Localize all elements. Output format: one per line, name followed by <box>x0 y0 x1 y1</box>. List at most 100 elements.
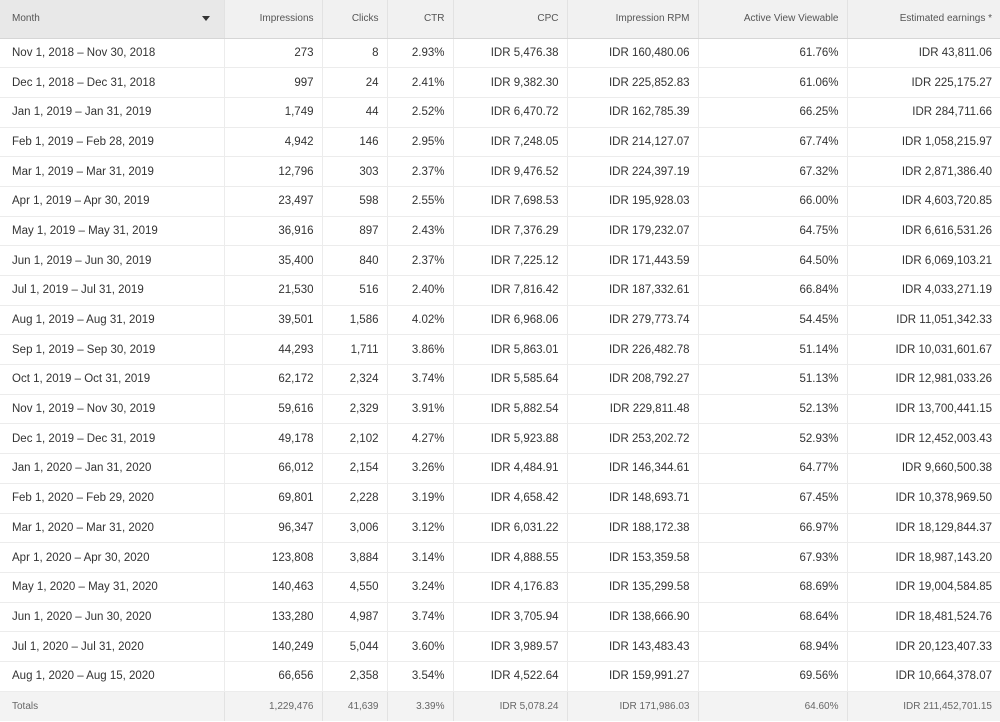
impression-rpm-cell: IDR 225,852.83 <box>567 67 699 98</box>
month-cell: Sep 1, 2019 – Sep 30, 2019 <box>0 334 225 366</box>
impression-rpm-cell: IDR 188,172.38 <box>567 513 699 544</box>
clicks-cell: 4,550 <box>322 572 388 603</box>
cpc-cell: IDR 6,031.22 <box>453 513 568 544</box>
clicks-cell: 24 <box>322 67 388 98</box>
clicks-cell: 2,102 <box>322 423 388 455</box>
ctr-cell: 3.14% <box>387 542 454 573</box>
impression-rpm-cell: IDR 195,928.03 <box>567 186 699 217</box>
clicks-cell: 516 <box>322 275 388 306</box>
month-cell: Oct 1, 2019 – Oct 31, 2019 <box>0 364 225 395</box>
column-header-estimated-earnings[interactable]: Estimated earnings * <box>847 0 1000 39</box>
earnings-report-table: Month Impressions Clicks CTR CPC Impress… <box>0 0 1000 722</box>
cpc-cell: IDR 4,484.91 <box>453 453 568 484</box>
table-row[interactable]: Jan 1, 2019 – Jan 31, 2019 1,749 44 2.52% ID… <box>0 97 1000 128</box>
impressions-cell: 49,178 <box>224 423 323 455</box>
table-row[interactable]: May 1, 2019 – May 31, 2019 36,916 897 2.43%… <box>0 216 1000 247</box>
impressions-cell: 44,293 <box>224 334 323 366</box>
table-body: Nov 1, 2018 – Nov 30, 2018 273 8 2.93% IDR 5… <box>0 38 1000 692</box>
clicks-cell: 598 <box>322 186 388 217</box>
impression-rpm-cell: IDR 159,991.27 <box>567 661 699 692</box>
month-cell: Jan 1, 2019 – Jan 31, 2019 <box>0 97 225 128</box>
table-row[interactable]: Dec 1, 2018 – Dec 31, 2018 997 24 2.41% IDR … <box>0 67 1000 98</box>
table-row[interactable]: Apr 1, 2019 – Apr 30, 2019 23,497 598 2.55%… <box>0 186 1000 217</box>
table-row[interactable]: Dec 1, 2019 – Dec 31, 2019 49,178 2,102 4.2… <box>0 423 1000 455</box>
impressions-cell: 66,656 <box>224 661 323 692</box>
month-cell: Jan 1, 2020 – Jan 31, 2020 <box>0 453 225 484</box>
column-header-impressions[interactable]: Impressions <box>224 0 323 39</box>
sort-descending-icon[interactable] <box>201 16 210 21</box>
cpc-cell: IDR 5,882.54 <box>453 394 568 425</box>
cpc-cell: IDR 4,522.64 <box>453 661 568 692</box>
table-row[interactable]: Mar 1, 2019 – Mar 31, 2019 12,796 303 2.37%… <box>0 156 1000 187</box>
impressions-cell: 96,347 <box>224 513 323 544</box>
table-row[interactable]: Jun 1, 2019 – Jun 30, 2019 35,400 840 2.37%… <box>0 245 1000 276</box>
totals-impression-rpm-cell: IDR 171,986.03 <box>567 690 699 722</box>
cpc-cell: IDR 3,989.57 <box>453 631 568 662</box>
header-row: Month Impressions Clicks CTR CPC Impress… <box>0 0 1000 39</box>
clicks-cell: 44 <box>322 97 388 128</box>
table-row[interactable]: Aug 1, 2020 – Aug 15, 2020 66,656 2,358 3.5… <box>0 661 1000 692</box>
cpc-cell: IDR 9,476.52 <box>453 156 568 187</box>
month-cell: Dec 1, 2018 – Dec 31, 2018 <box>0 67 225 98</box>
impression-rpm-cell: IDR 253,202.72 <box>567 423 699 455</box>
active-view-viewable-cell: 67.93% <box>698 542 848 573</box>
ctr-cell: 2.43% <box>387 216 454 247</box>
clicks-cell: 3,006 <box>322 513 388 544</box>
estimated-earnings-cell: IDR 6,616,531.26 <box>847 216 1000 247</box>
table-row[interactable]: Feb 1, 2019 – Feb 28, 2019 4,942 146 2.95% I… <box>0 127 1000 158</box>
cpc-cell: IDR 7,225.12 <box>453 245 568 276</box>
estimated-earnings-cell: IDR 13,700,441.15 <box>847 394 1000 425</box>
clicks-cell: 2,329 <box>322 394 388 425</box>
month-cell: Feb 1, 2019 – Feb 28, 2019 <box>0 127 225 158</box>
column-header-ctr[interactable]: CTR <box>387 0 454 39</box>
table-row[interactable]: Oct 1, 2019 – Oct 31, 2019 62,172 2,324 3.7… <box>0 364 1000 395</box>
column-header-month[interactable]: Month <box>0 0 225 39</box>
estimated-earnings-cell: IDR 10,031,601.67 <box>847 334 1000 366</box>
ctr-cell: 3.26% <box>387 453 454 484</box>
table-row[interactable]: Apr 1, 2020 – Apr 30, 2020 123,808 3,884 3.… <box>0 542 1000 573</box>
column-header-cpc[interactable]: CPC <box>453 0 568 39</box>
month-cell: Jul 1, 2019 – Jul 31, 2019 <box>0 275 225 306</box>
column-header-clicks[interactable]: Clicks <box>322 0 388 39</box>
table-row[interactable]: Feb 1, 2020 – Feb 29, 2020 69,801 2,228 3.1… <box>0 483 1000 514</box>
table-row[interactable]: Aug 1, 2019 – Aug 31, 2019 39,501 1,586 4.0… <box>0 305 1000 336</box>
active-view-viewable-cell: 67.45% <box>698 483 848 514</box>
active-view-viewable-cell: 51.13% <box>698 364 848 395</box>
table-row[interactable]: May 1, 2020 – May 31, 2020 140,463 4,550 3.… <box>0 572 1000 603</box>
clicks-cell: 840 <box>322 245 388 276</box>
clicks-cell: 2,324 <box>322 364 388 395</box>
table-row[interactable]: Sep 1, 2019 – Sep 30, 2019 44,293 1,711 3.8… <box>0 334 1000 366</box>
cpc-cell: IDR 4,176.83 <box>453 572 568 603</box>
estimated-earnings-cell: IDR 18,481,524.76 <box>847 602 1000 633</box>
table-row[interactable]: Nov 1, 2018 – Nov 30, 2018 273 8 2.93% IDR 5… <box>0 38 1000 69</box>
clicks-cell: 5,044 <box>322 631 388 662</box>
table-row[interactable]: Nov 1, 2019 – Nov 30, 2019 59,616 2,329 3.9… <box>0 394 1000 425</box>
impressions-cell: 35,400 <box>224 245 323 276</box>
estimated-earnings-cell: IDR 2,871,386.40 <box>847 156 1000 187</box>
ctr-cell: 3.54% <box>387 661 454 692</box>
ctr-cell: 4.27% <box>387 423 454 455</box>
table-row[interactable]: Jan 1, 2020 – Jan 31, 2020 66,012 2,154 3.2… <box>0 453 1000 484</box>
impressions-cell: 69,801 <box>224 483 323 514</box>
clicks-cell: 897 <box>322 216 388 247</box>
estimated-earnings-cell: IDR 12,452,003.43 <box>847 423 1000 455</box>
impression-rpm-cell: IDR 208,792.27 <box>567 364 699 395</box>
table-row[interactable]: Jun 1, 2020 – Jun 30, 2020 133,280 4,987 3.… <box>0 602 1000 633</box>
active-view-viewable-cell: 66.25% <box>698 97 848 128</box>
column-header-active-view-viewable[interactable]: Active View Viewable <box>698 0 848 39</box>
ctr-cell: 4.02% <box>387 305 454 336</box>
active-view-viewable-cell: 69.56% <box>698 661 848 692</box>
cpc-cell: IDR 5,585.64 <box>453 364 568 395</box>
table-row[interactable]: Jul 1, 2020 – Jul 31, 2020 140,249 5,044 3.… <box>0 631 1000 662</box>
impressions-cell: 12,796 <box>224 156 323 187</box>
estimated-earnings-cell: IDR 9,660,500.38 <box>847 453 1000 484</box>
impression-rpm-cell: IDR 146,344.61 <box>567 453 699 484</box>
table-row[interactable]: Jul 1, 2019 – Jul 31, 2019 21,530 516 2.40%… <box>0 275 1000 306</box>
column-header-impression-rpm[interactable]: Impression RPM <box>567 0 699 39</box>
ctr-cell: 3.12% <box>387 513 454 544</box>
table-row[interactable]: Mar 1, 2020 – Mar 31, 2020 96,347 3,006 3.1… <box>0 513 1000 544</box>
impressions-cell: 997 <box>224 67 323 98</box>
ctr-cell: 3.74% <box>387 602 454 633</box>
ctr-cell: 2.41% <box>387 67 454 98</box>
impression-rpm-cell: IDR 171,443.59 <box>567 245 699 276</box>
